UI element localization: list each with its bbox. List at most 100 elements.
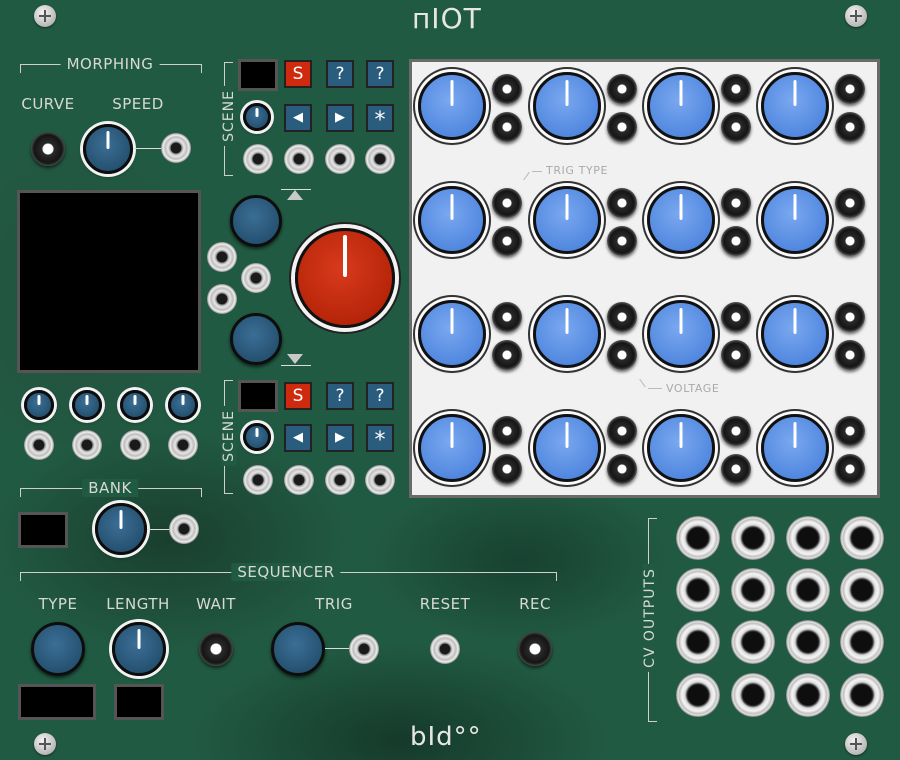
step-trig-button-2[interactable] <box>607 74 637 104</box>
reset-jack[interactable] <box>430 634 460 664</box>
step-voltage-knob-15[interactable] <box>647 414 715 482</box>
cv-output-jack-15[interactable] <box>786 673 830 717</box>
step-trig-button-11[interactable] <box>721 302 751 332</box>
scene-bottom-random-button-2[interactable]: ? <box>366 382 394 410</box>
cv-output-jack-14[interactable] <box>731 673 775 717</box>
scene-bottom-jack-3[interactable] <box>325 465 355 495</box>
step-trig-button-4[interactable] <box>835 74 865 104</box>
step-voltage-knob-13[interactable] <box>418 414 486 482</box>
step-voltage-knob-14[interactable] <box>533 414 601 482</box>
step-voltage-knob-2[interactable] <box>533 72 601 140</box>
step-gate-button-8[interactable] <box>835 226 865 256</box>
step-gate-button-11[interactable] <box>721 340 751 370</box>
step-voltage-knob-12[interactable] <box>761 300 829 368</box>
step-gate-button-2[interactable] <box>607 112 637 142</box>
cv-output-jack-2[interactable] <box>731 516 775 560</box>
scene-bottom-next-button[interactable]: ▶ <box>326 424 354 452</box>
scene-top-next-button[interactable]: ▶ <box>326 104 354 132</box>
step-trig-button-14[interactable] <box>607 416 637 446</box>
cv-output-jack-8[interactable] <box>840 568 884 612</box>
cv-output-jack-16[interactable] <box>840 673 884 717</box>
bank-knob[interactable] <box>95 503 147 555</box>
step-trig-button-6[interactable] <box>607 188 637 218</box>
param-knob-4[interactable] <box>168 390 198 420</box>
step-gate-button-10[interactable] <box>607 340 637 370</box>
scene-a-cv-jack[interactable] <box>207 242 237 272</box>
rec-button[interactable] <box>518 632 552 666</box>
trig-jack[interactable] <box>349 634 379 664</box>
param-knob-3[interactable] <box>120 390 150 420</box>
scene-bottom-random-button-1[interactable]: ? <box>326 382 354 410</box>
step-gate-button-16[interactable] <box>835 454 865 484</box>
cv-output-jack-1[interactable] <box>676 516 720 560</box>
cv-output-jack-4[interactable] <box>840 516 884 560</box>
cv-output-jack-9[interactable] <box>676 620 720 664</box>
scene-top-store-button[interactable]: S <box>284 60 312 88</box>
wait-button[interactable] <box>199 632 233 666</box>
step-gate-button-7[interactable] <box>721 226 751 256</box>
scene-top-prev-button[interactable]: ◀ <box>284 104 312 132</box>
bank-cv-jack[interactable] <box>169 514 199 544</box>
step-voltage-knob-6[interactable] <box>533 186 601 254</box>
param-jack-3[interactable] <box>120 430 150 460</box>
type-knob[interactable] <box>31 622 85 676</box>
scene-top-jack-1[interactable] <box>243 144 273 174</box>
scene-top-random-button-1[interactable]: ? <box>326 60 354 88</box>
scene-bottom-jack-4[interactable] <box>365 465 395 495</box>
step-voltage-knob-10[interactable] <box>533 300 601 368</box>
speed-knob[interactable] <box>83 124 133 174</box>
step-trig-button-16[interactable] <box>835 416 865 446</box>
scene-top-jack-2[interactable] <box>284 144 314 174</box>
step-trig-button-3[interactable] <box>721 74 751 104</box>
step-gate-button-5[interactable] <box>492 226 522 256</box>
curve-button[interactable] <box>31 132 65 166</box>
step-trig-button-12[interactable] <box>835 302 865 332</box>
cv-output-jack-11[interactable] <box>786 620 830 664</box>
param-jack-4[interactable] <box>168 430 198 460</box>
cv-output-jack-10[interactable] <box>731 620 775 664</box>
step-trig-button-7[interactable] <box>721 188 751 218</box>
scene-top-random-all-button[interactable]: * <box>366 104 394 133</box>
scene-top-jack-3[interactable] <box>325 144 355 174</box>
step-gate-button-13[interactable] <box>492 454 522 484</box>
step-voltage-knob-11[interactable] <box>647 300 715 368</box>
step-gate-button-3[interactable] <box>721 112 751 142</box>
step-voltage-knob-8[interactable] <box>761 186 829 254</box>
step-gate-button-1[interactable] <box>492 112 522 142</box>
scene-bottom-random-all-button[interactable]: * <box>366 424 394 453</box>
morph-knob[interactable] <box>295 228 395 328</box>
step-trig-button-15[interactable] <box>721 416 751 446</box>
scene-top-jack-4[interactable] <box>365 144 395 174</box>
scene-bottom-store-button[interactable]: S <box>284 382 312 410</box>
step-gate-button-6[interactable] <box>607 226 637 256</box>
step-trig-button-8[interactable] <box>835 188 865 218</box>
length-knob[interactable] <box>112 622 166 676</box>
morph-cv-jack[interactable] <box>241 263 271 293</box>
cv-output-jack-13[interactable] <box>676 673 720 717</box>
step-gate-button-4[interactable] <box>835 112 865 142</box>
scene-a-knob[interactable] <box>230 195 282 247</box>
cv-output-jack-6[interactable] <box>731 568 775 612</box>
scene-top-random-button-2[interactable]: ? <box>366 60 394 88</box>
step-voltage-knob-9[interactable] <box>418 300 486 368</box>
scene-b-cv-jack[interactable] <box>207 284 237 314</box>
trig-knob[interactable] <box>271 622 325 676</box>
step-gate-button-14[interactable] <box>607 454 637 484</box>
speed-cv-jack[interactable] <box>161 133 191 163</box>
step-trig-button-10[interactable] <box>607 302 637 332</box>
step-gate-button-15[interactable] <box>721 454 751 484</box>
scene-top-knob[interactable] <box>243 103 271 131</box>
scene-b-knob[interactable] <box>230 313 282 365</box>
param-jack-2[interactable] <box>72 430 102 460</box>
scene-bottom-jack-2[interactable] <box>284 465 314 495</box>
param-jack-1[interactable] <box>24 430 54 460</box>
cv-output-jack-7[interactable] <box>786 568 830 612</box>
step-gate-button-12[interactable] <box>835 340 865 370</box>
param-knob-1[interactable] <box>24 390 54 420</box>
step-voltage-knob-4[interactable] <box>761 72 829 140</box>
step-trig-button-9[interactable] <box>492 302 522 332</box>
cv-output-jack-5[interactable] <box>676 568 720 612</box>
cv-output-jack-12[interactable] <box>840 620 884 664</box>
step-voltage-knob-7[interactable] <box>647 186 715 254</box>
step-voltage-knob-5[interactable] <box>418 186 486 254</box>
